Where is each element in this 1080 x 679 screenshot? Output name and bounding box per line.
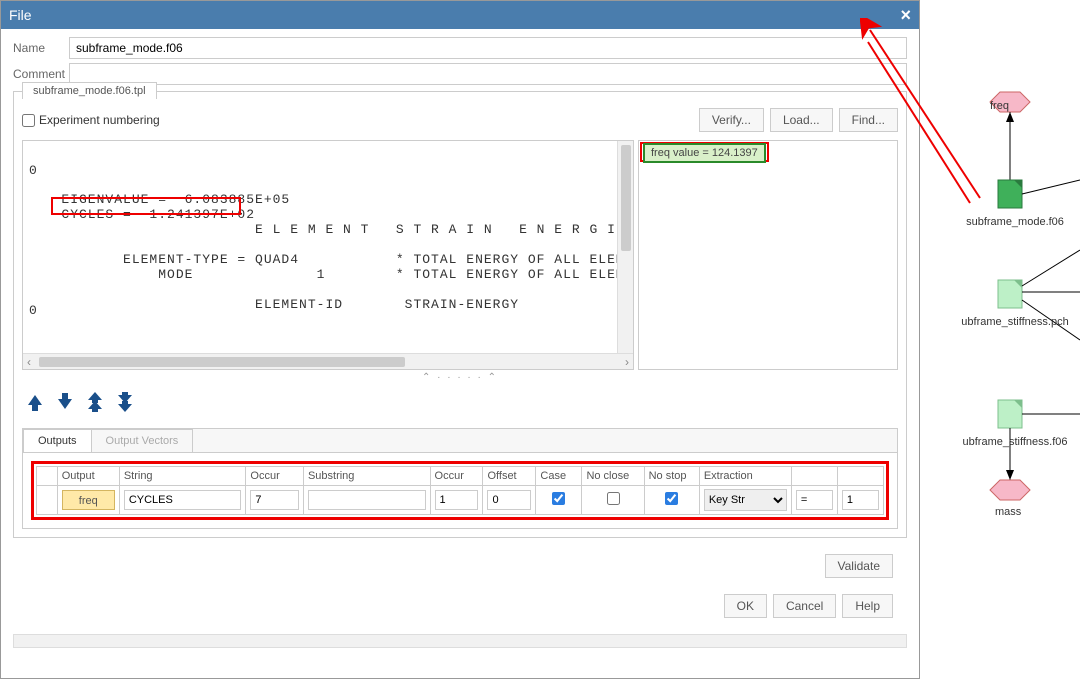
help-button[interactable]: Help bbox=[842, 594, 893, 618]
preview-line-3: E L E M E N T S T R A I N E N E R G I E bbox=[35, 222, 634, 237]
tab-output-vectors[interactable]: Output Vectors bbox=[91, 429, 194, 452]
case-checkbox[interactable] bbox=[552, 492, 565, 505]
outputs-table: Output String Occur Substring Occur Offs… bbox=[36, 466, 884, 515]
verify-button[interactable]: Verify... bbox=[699, 108, 764, 132]
name-label: Name bbox=[13, 41, 69, 55]
workflow-diagram bbox=[930, 0, 1080, 560]
col-op bbox=[791, 467, 837, 486]
output-cell-button[interactable]: freq bbox=[62, 490, 115, 510]
comment-label: Comment bbox=[13, 67, 69, 81]
col-string: String bbox=[119, 467, 246, 486]
double-up-icon[interactable] bbox=[86, 391, 104, 416]
col-extraction: Extraction bbox=[699, 467, 791, 486]
validate-button[interactable]: Validate bbox=[825, 554, 893, 578]
find-button[interactable]: Find... bbox=[839, 108, 898, 132]
outputs-tabs: Outputs Output Vectors Output String Occ… bbox=[22, 428, 898, 529]
vertical-scrollbar[interactable] bbox=[617, 141, 633, 353]
titlebar: File × bbox=[1, 1, 919, 29]
experiment-numbering-label: Experiment numbering bbox=[39, 113, 160, 127]
gutter-zero-bot: 0 bbox=[29, 303, 37, 318]
single-up-icon[interactable] bbox=[26, 391, 44, 416]
col-occur2: Occur bbox=[430, 467, 483, 486]
horizontal-scrollbar[interactable]: ‹› bbox=[23, 353, 633, 369]
col-output: Output bbox=[57, 467, 119, 486]
node-freq-label: freq bbox=[990, 100, 1009, 112]
col-val bbox=[837, 467, 883, 486]
cancel-button[interactable]: Cancel bbox=[773, 594, 836, 618]
panel-tab: subframe_mode.f06.tpl bbox=[22, 82, 157, 99]
dialog-title: File bbox=[9, 7, 32, 23]
freq-value-badge: freq value = 124.1397 bbox=[643, 143, 766, 163]
outputs-table-highlight: Output String Occur Substring Occur Offs… bbox=[31, 461, 889, 520]
preview-line-6: MODE 1 * TOTAL ENERGY OF ALL ELEMENTS IN… bbox=[35, 267, 634, 282]
splitter-handle[interactable]: ⌃ · · · · · ⌃ bbox=[22, 372, 898, 383]
node-f06-label: subframe_mode.f06 bbox=[945, 216, 1080, 228]
col-occur1: Occur bbox=[246, 467, 304, 486]
col-nostop: No stop bbox=[644, 467, 699, 486]
string-cell[interactable] bbox=[124, 490, 242, 510]
preview-line-5: ELEMENT-TYPE = QUAD4 * TOTAL ENERGY OF A… bbox=[35, 252, 634, 267]
tab-outputs[interactable]: Outputs bbox=[23, 429, 92, 452]
node-f06b-label: ubframe_stiffness.f06 bbox=[945, 436, 1080, 448]
op-cell[interactable] bbox=[796, 490, 833, 510]
node-mass-label: mass bbox=[995, 506, 1021, 518]
col-case: Case bbox=[536, 467, 582, 486]
single-down-icon[interactable] bbox=[56, 391, 74, 416]
arrow-toolbar bbox=[22, 383, 898, 424]
noclose-checkbox[interactable] bbox=[607, 492, 620, 505]
close-icon[interactable]: × bbox=[900, 5, 911, 26]
offset-cell[interactable] bbox=[487, 490, 531, 510]
name-field[interactable] bbox=[69, 37, 907, 59]
gutter-zero-top: 0 bbox=[29, 163, 37, 178]
template-panel: subframe_mode.f06.tpl Experiment numberi… bbox=[13, 91, 907, 538]
progress-bar bbox=[13, 634, 907, 648]
val-cell[interactable] bbox=[842, 490, 879, 510]
col-noclose: No close bbox=[582, 467, 644, 486]
occur1-cell[interactable] bbox=[250, 490, 299, 510]
nostop-checkbox[interactable] bbox=[665, 492, 678, 505]
double-down-icon[interactable] bbox=[116, 391, 134, 416]
occur2-cell[interactable] bbox=[435, 490, 479, 510]
file-dialog: File × Name Comment subframe_mode.f06.tp… bbox=[0, 0, 920, 679]
ok-button[interactable]: OK bbox=[724, 594, 767, 618]
extraction-select[interactable]: Key Str bbox=[704, 489, 787, 511]
cycles-highlight bbox=[51, 197, 241, 215]
preview-line-7: ELEMENT-ID STRAIN-ENERGY PERCEN bbox=[35, 297, 634, 312]
comment-field[interactable] bbox=[69, 63, 907, 85]
load-button[interactable]: Load... bbox=[770, 108, 833, 132]
substring-cell[interactable] bbox=[308, 490, 426, 510]
result-pane: freq value = 124.1397 bbox=[638, 140, 898, 370]
node-pch-label: ubframe_stiffness.pch bbox=[945, 316, 1080, 328]
experiment-numbering-checkbox[interactable] bbox=[22, 114, 35, 127]
preview-pane[interactable]: 0 0 EIGENVALUE = 6.083885E+05 CYCLES = 1… bbox=[22, 140, 634, 370]
col-substring: Substring bbox=[303, 467, 430, 486]
table-row: freq Key Str bbox=[37, 486, 884, 515]
col-offset: Offset bbox=[483, 467, 536, 486]
